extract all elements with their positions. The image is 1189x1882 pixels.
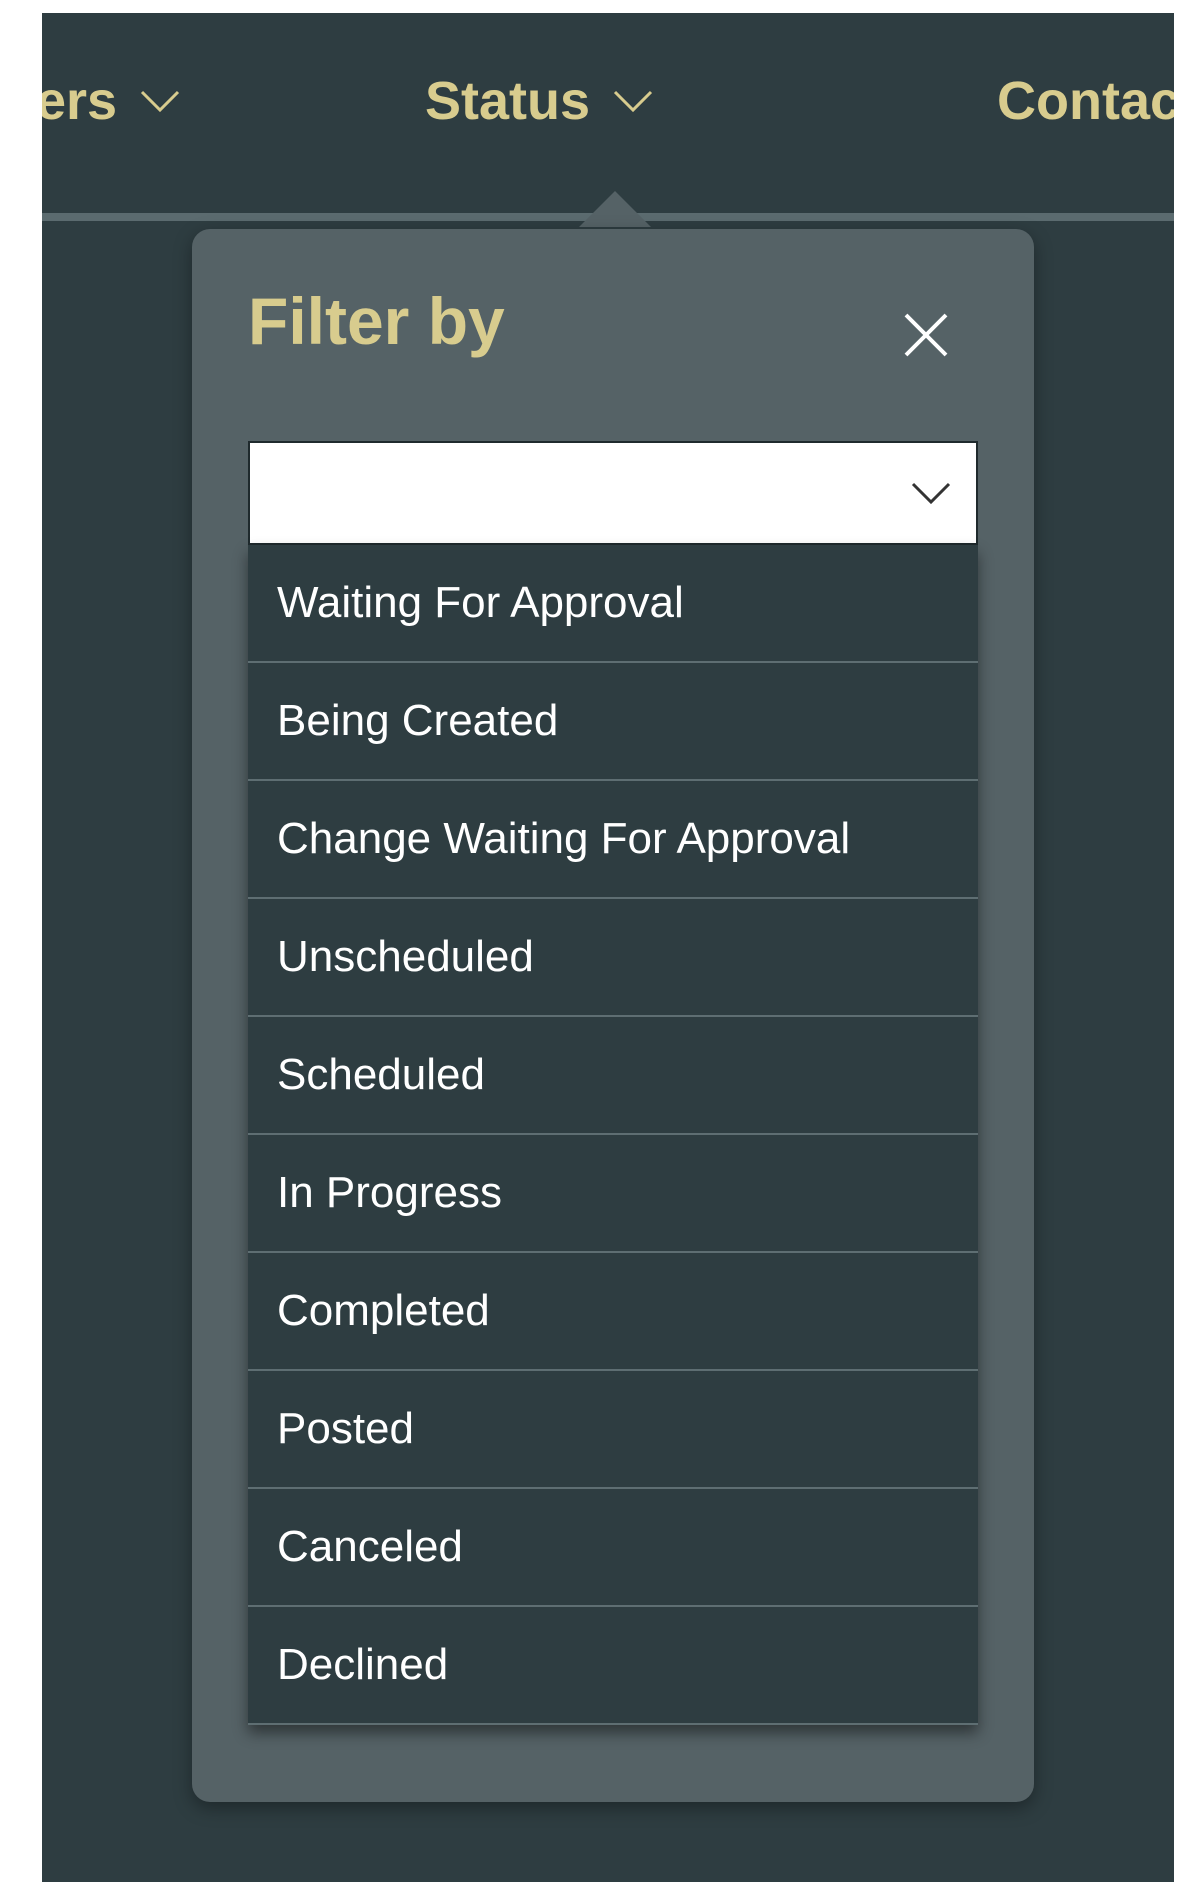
nav-item-status[interactable]: Status: [425, 69, 654, 133]
chevron-down-icon: [139, 89, 181, 113]
chevron-down-icon: [612, 89, 654, 113]
option-canceled[interactable]: Canceled: [248, 1489, 978, 1607]
popover-title: Filter by: [248, 284, 505, 358]
chevron-down-icon: [910, 481, 952, 505]
nav-item-label: Status: [425, 71, 591, 131]
option-change-waiting-for-approval[interactable]: Change Waiting For Approval: [248, 781, 978, 899]
option-being-created[interactable]: Being Created: [248, 663, 978, 781]
filter-popover: Filter by Waiting For Approval Being Cre…: [192, 229, 1034, 1802]
nav-item-label: Contac: [997, 71, 1174, 131]
option-posted[interactable]: Posted: [248, 1371, 978, 1489]
close-button[interactable]: [902, 311, 950, 359]
nav-item-members[interactable]: ers: [42, 69, 181, 133]
app-window: ers Status Contac Filter by Waiting For …: [42, 13, 1174, 1882]
option-scheduled[interactable]: Scheduled: [248, 1017, 978, 1135]
option-declined[interactable]: Declined: [248, 1607, 978, 1725]
close-icon: [904, 313, 948, 357]
option-completed[interactable]: Completed: [248, 1253, 978, 1371]
option-waiting-for-approval[interactable]: Waiting For Approval: [248, 545, 978, 663]
status-select[interactable]: [248, 441, 978, 545]
status-options-list: Waiting For Approval Being Created Chang…: [248, 545, 978, 1725]
popover-caret: [579, 191, 651, 227]
top-navigation: ers Status Contac: [42, 13, 1174, 221]
option-unscheduled[interactable]: Unscheduled: [248, 899, 978, 1017]
nav-item-label: ers: [42, 71, 118, 131]
nav-item-contact[interactable]: Contac: [997, 69, 1174, 133]
option-in-progress[interactable]: In Progress: [248, 1135, 978, 1253]
